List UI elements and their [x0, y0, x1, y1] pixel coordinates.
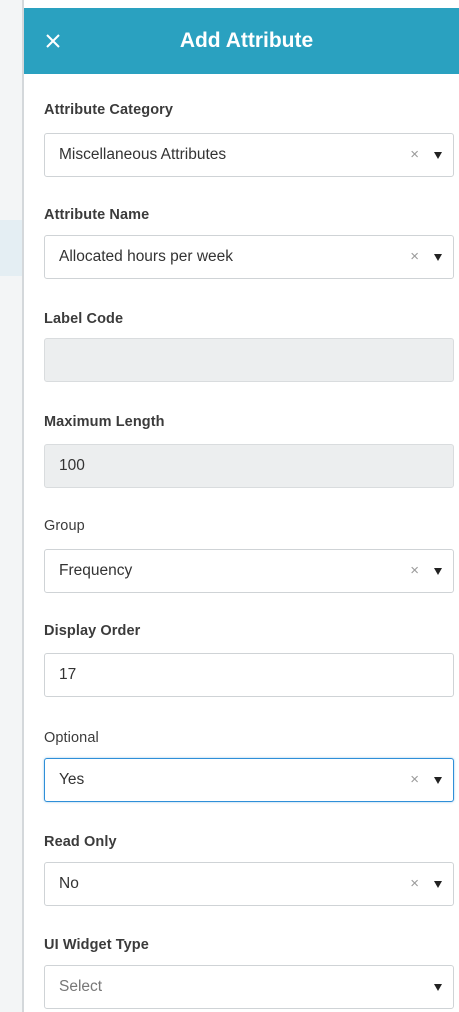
group-select[interactable]: Frequency × [44, 549, 454, 593]
attribute-category-select[interactable]: Miscellaneous Attributes × [44, 133, 454, 177]
attribute-category-dropdown-arrow-icon[interactable] [434, 152, 442, 159]
group-label: Group [44, 518, 85, 534]
read-only-label: Read Only [44, 834, 117, 850]
optional-dropdown-arrow-icon[interactable] [434, 777, 442, 784]
read-only-dropdown-arrow-icon[interactable] [434, 881, 442, 888]
attribute-category-clear-icon[interactable]: × [410, 134, 419, 176]
display-order-value: 17 [59, 666, 77, 683]
optional-select[interactable]: Yes × [44, 758, 454, 802]
background-row-highlight [0, 220, 24, 276]
group-clear-icon[interactable]: × [410, 550, 419, 592]
attribute-name-dropdown-arrow-icon[interactable] [434, 254, 442, 261]
attribute-name-value: Allocated hours per week [59, 248, 234, 265]
group-dropdown-arrow-icon[interactable] [434, 568, 442, 575]
background-page-edge [0, 0, 24, 1012]
ui-widget-type-select[interactable]: Select [44, 965, 454, 1009]
attribute-name-clear-icon[interactable]: × [410, 236, 419, 278]
read-only-select[interactable]: No × [44, 862, 454, 906]
display-order-label: Display Order [44, 623, 141, 639]
group-value: Frequency [59, 562, 133, 579]
attribute-name-label: Attribute Name [44, 207, 150, 223]
attribute-category-label: Attribute Category [44, 102, 174, 118]
ui-widget-type-placeholder: Select [59, 978, 103, 995]
maximum-length-input: 100 [44, 444, 454, 488]
optional-clear-icon[interactable]: × [410, 759, 419, 801]
close-button[interactable] [40, 28, 66, 54]
attribute-category-value: Miscellaneous Attributes [59, 146, 227, 163]
label-code-label: Label Code [44, 311, 124, 327]
close-icon [46, 34, 60, 48]
label-code-input [44, 338, 454, 382]
maximum-length-value: 100 [59, 457, 85, 474]
panel-title: Add Attribute [179, 29, 314, 52]
maximum-length-label: Maximum Length [44, 414, 165, 430]
optional-label: Optional [44, 730, 99, 746]
add-attribute-panel: Add Attribute Attribute Category Miscell… [24, 0, 459, 1012]
ui-widget-type-label: UI Widget Type [44, 937, 149, 953]
panel-header: Add Attribute [24, 8, 459, 74]
read-only-value: No [59, 875, 79, 892]
display-order-input[interactable]: 17 [44, 653, 454, 697]
ui-widget-type-dropdown-arrow-icon[interactable] [434, 984, 442, 991]
attribute-name-select[interactable]: Allocated hours per week × [44, 235, 454, 279]
read-only-clear-icon[interactable]: × [410, 863, 419, 905]
optional-value: Yes [59, 771, 85, 788]
